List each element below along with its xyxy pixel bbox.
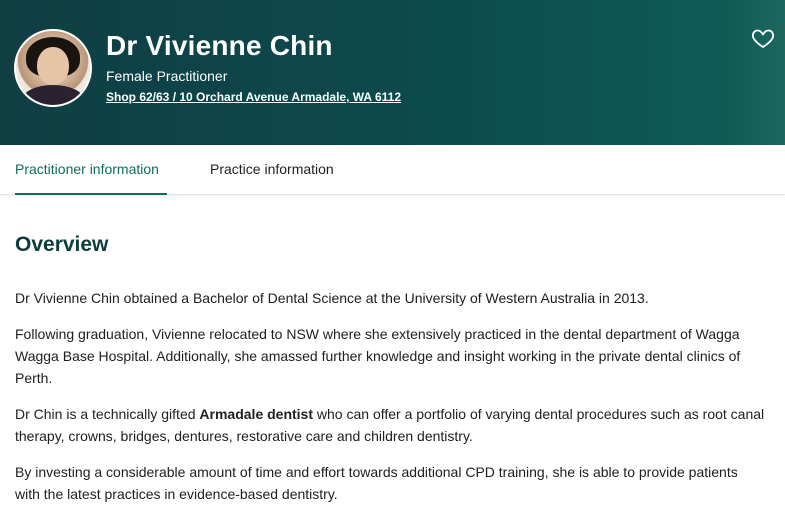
- practitioner-avatar: [14, 29, 92, 107]
- overview-heading: Overview: [15, 233, 109, 256]
- tab-label: Practitioner information: [15, 161, 159, 177]
- heart-icon[interactable]: [751, 26, 775, 50]
- practitioner-gender: Female Practitioner: [106, 68, 228, 84]
- practice-address-link[interactable]: Shop 62/63 / 10 Orchard Avenue Armadale,…: [106, 90, 401, 104]
- practitioner-name: Dr Vivienne Chin: [106, 30, 333, 61]
- overview-paragraph-1: Dr Vivienne Chin obtained a Bachelor of …: [15, 290, 649, 306]
- tab-practitioner-information[interactable]: Practitioner information: [15, 145, 167, 195]
- practitioner-header: Dr Vivienne Chin Female Practitioner Sho…: [0, 0, 785, 145]
- active-tab-indicator: [15, 193, 167, 195]
- overview-paragraph-2: Following graduation, Vivienne relocated…: [15, 326, 741, 386]
- overview-paragraph-3: Dr Chin is a technically gifted Armadale…: [15, 403, 765, 447]
- overview-paragraph-4: By investing a considerable amount of ti…: [15, 464, 738, 502]
- profile-tabs: Practitioner information Practice inform…: [0, 145, 785, 195]
- paragraph-text: Dr Chin is a technically gifted: [15, 406, 200, 422]
- tab-practice-information[interactable]: Practice information: [210, 145, 334, 194]
- overview-section: Overview Dr Vivienne Chin obtained a Bac…: [0, 233, 785, 505]
- tab-label: Practice information: [210, 161, 334, 177]
- bold-keyword: Armadale dentist: [199, 406, 314, 422]
